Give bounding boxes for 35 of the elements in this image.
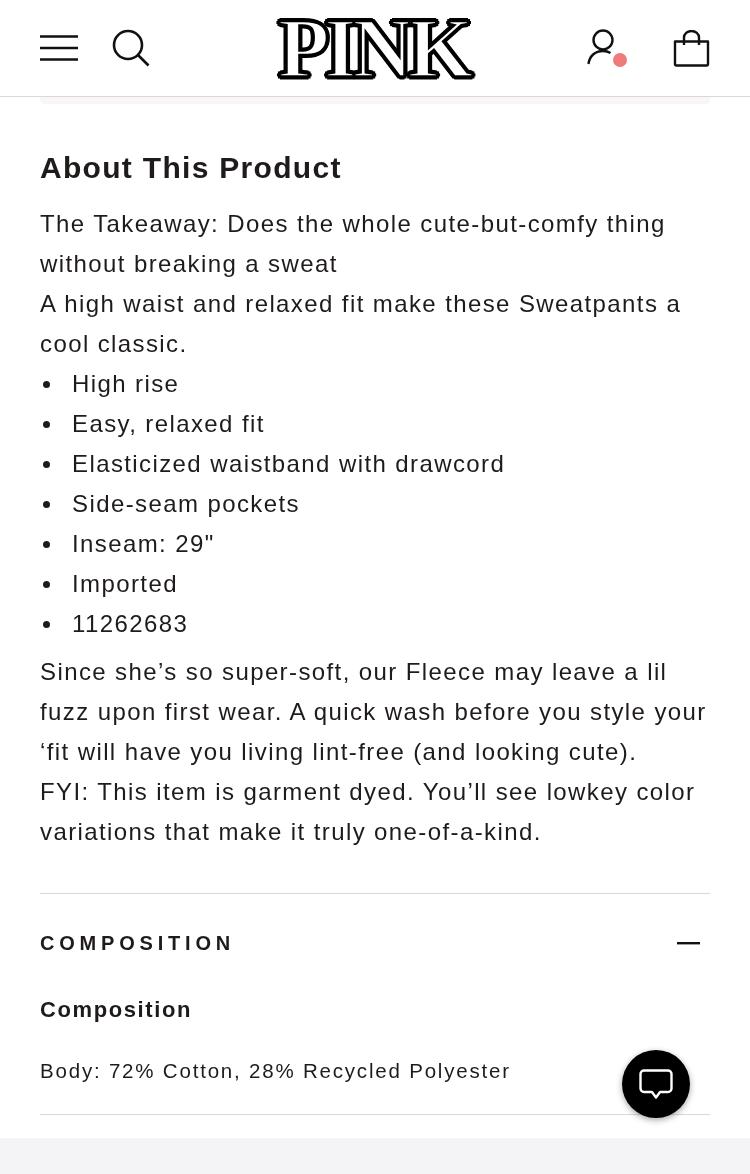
description-text: FYI: This item is garment dyed. You’ll see lowkey color variations that make it truly one-of-a-kind. bbox=[40, 777, 697, 847]
description-text: A high waist and relaxed fit make these Sweatpants a cool classic. bbox=[40, 289, 683, 359]
description-text: The Takeaway: Does the whole cute-but-comfy thing without breaking a sweat bbox=[40, 209, 667, 279]
bullet-icon bbox=[43, 580, 50, 588]
feature-text: Side-seam pockets bbox=[72, 489, 300, 519]
bullet-icon bbox=[43, 540, 50, 548]
composition-text: Body: 72% Cotton, 28% Recycled Polyester bbox=[40, 1058, 511, 1084]
feature-text: Imported bbox=[72, 569, 178, 599]
chat-button[interactable] bbox=[622, 1050, 690, 1118]
search-button[interactable] bbox=[112, 29, 150, 67]
account-button[interactable] bbox=[587, 29, 627, 67]
bullet-icon bbox=[43, 460, 50, 468]
bullet-icon bbox=[43, 500, 50, 508]
search-icon bbox=[112, 29, 150, 67]
description-text: Since she’s so super-soft, our Fleece may leave a lil fuzz upon first wear. A quick wash before you style your ‘fit will have you living lint-free (and looking cute). bbox=[40, 657, 708, 767]
minus-icon bbox=[677, 942, 700, 945]
bullet-icon bbox=[43, 420, 50, 428]
person-icon bbox=[587, 29, 617, 65]
bullet-icon bbox=[43, 620, 50, 628]
feature-text: Easy, relaxed fit bbox=[72, 409, 265, 439]
section-heading: About This Product bbox=[40, 150, 343, 186]
feature-text: High rise bbox=[72, 369, 180, 399]
bullet-icon bbox=[43, 380, 50, 388]
bag-button[interactable] bbox=[673, 29, 710, 67]
accordion-title: COMPOSITION bbox=[40, 932, 236, 955]
menu-icon bbox=[40, 35, 78, 61]
speech-bubble-icon bbox=[639, 1068, 673, 1100]
brand-logo[interactable]: PINK bbox=[274, 14, 476, 84]
accordion-header[interactable]: COMPOSITION bbox=[40, 894, 710, 993]
composition-heading: Composition bbox=[40, 996, 193, 1024]
feature-text: 11262683 bbox=[72, 609, 189, 639]
feature-text: Inseam: 29" bbox=[72, 529, 215, 559]
menu-button[interactable] bbox=[40, 35, 78, 61]
shopping-bag-icon bbox=[673, 29, 710, 67]
feature-text: Elasticized waistband with drawcord bbox=[72, 449, 506, 479]
